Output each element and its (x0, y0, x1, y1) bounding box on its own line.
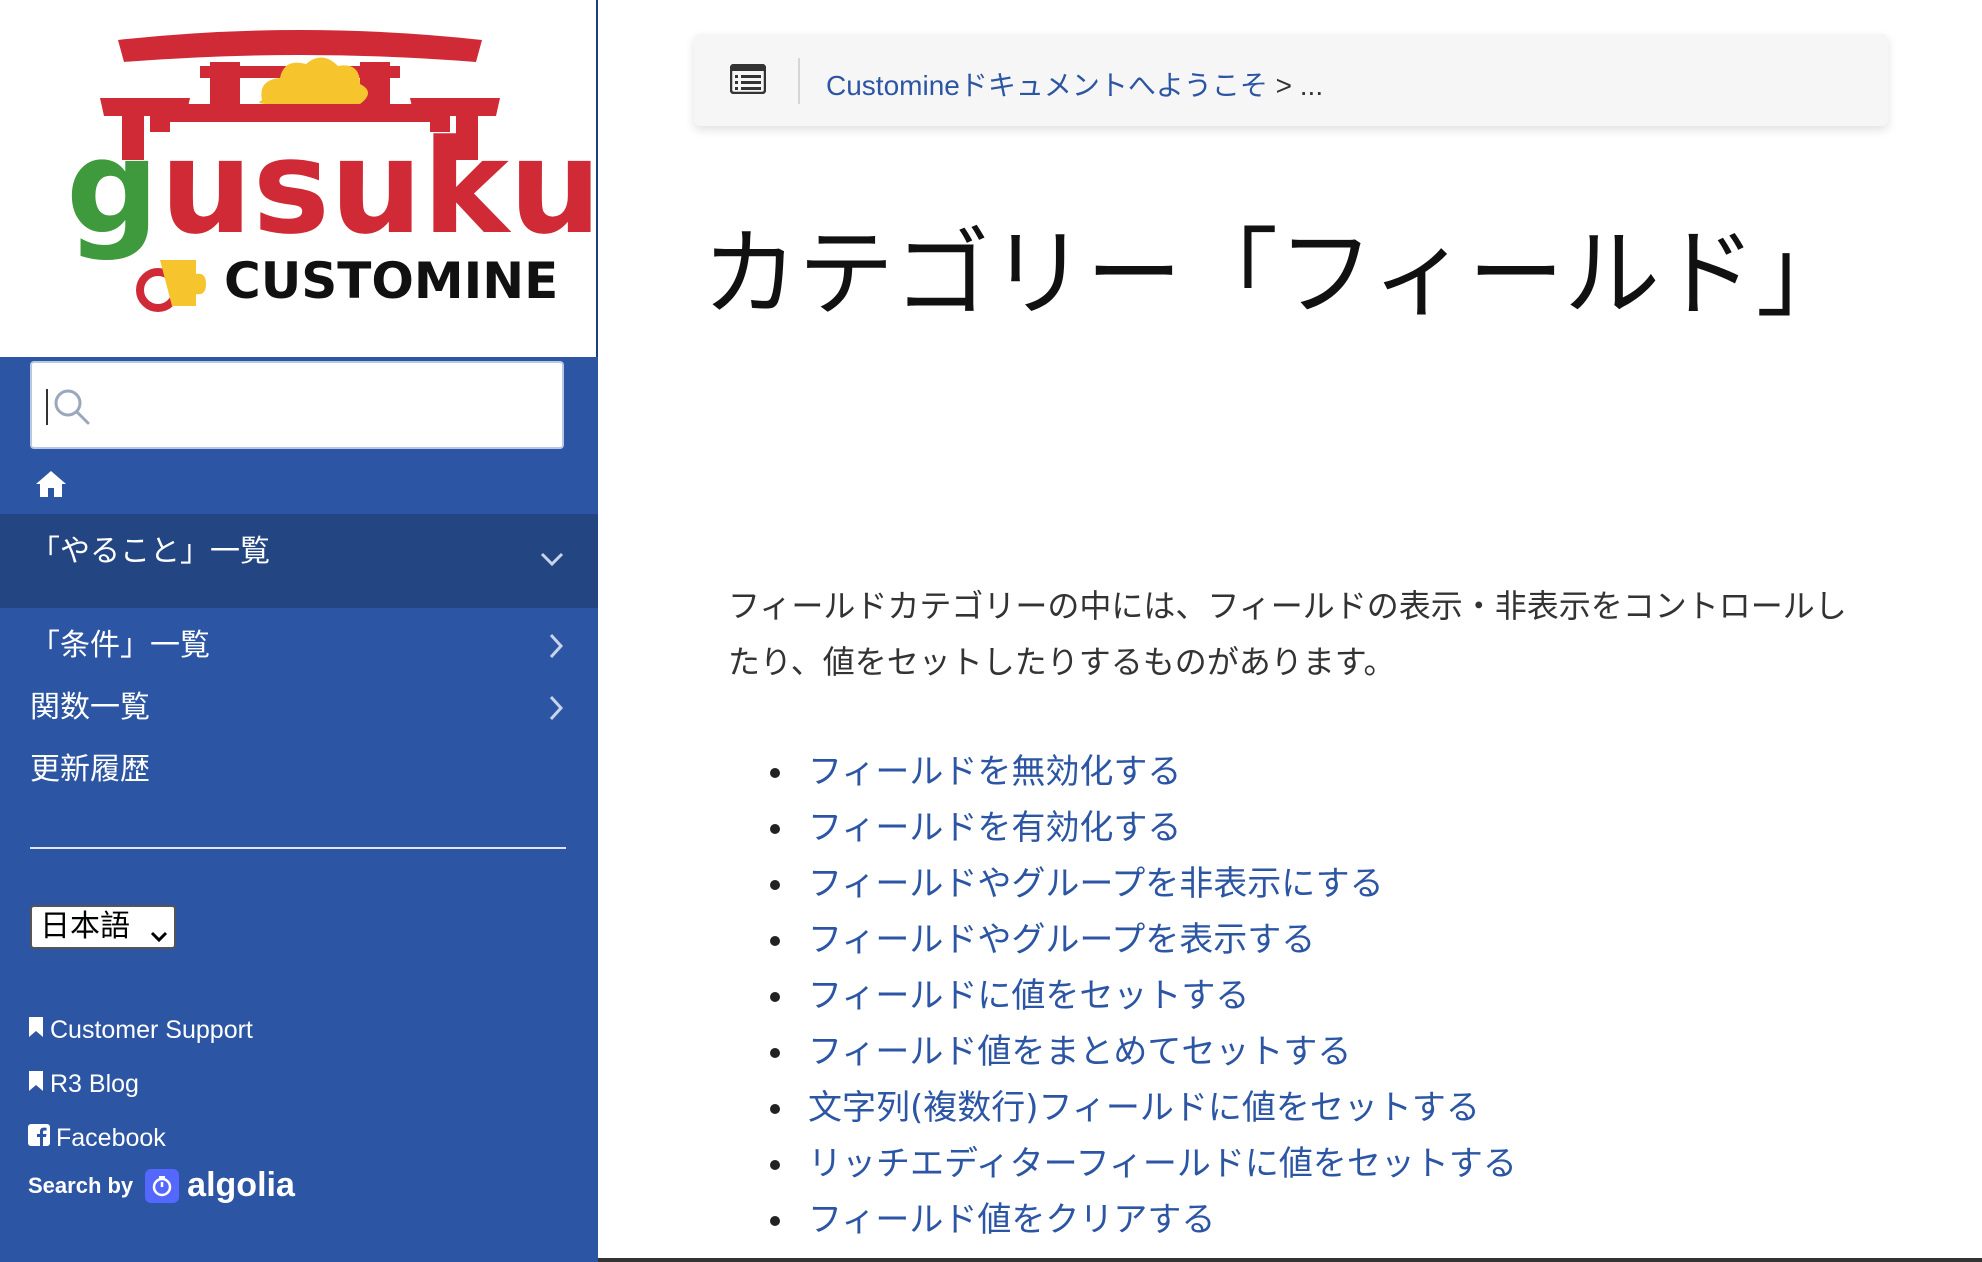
field-action-link[interactable]: フィールドやグループを表示する (808, 920, 1315, 960)
search-icon (52, 387, 92, 431)
breadcrumb-trail: Customineドキュメントへようこそ > ... (826, 64, 1323, 104)
breadcrumb-current: ... (1299, 70, 1324, 101)
search-by-label: Search by (28, 1172, 134, 1198)
customer-support-link[interactable]: Customer Support (28, 1016, 253, 1045)
field-action-link[interactable]: フィールド値をまとめてセットする (808, 1032, 1351, 1072)
gusuku-customine-logo: g usuku CUSTOMINE (66, 30, 598, 312)
svg-text:usuku: usuku (160, 111, 596, 263)
sidebar-item-label: 更新履歴 (30, 752, 150, 787)
bullet-icon (770, 880, 780, 890)
sidebar-item-changelog[interactable]: 更新履歴 (0, 744, 598, 794)
bullet-icon (770, 824, 780, 834)
logo[interactable]: g usuku CUSTOMINE (0, 0, 598, 357)
list-item: フィールドやグループを表示する (728, 912, 1517, 968)
list-item: フィールドを有効化する (728, 800, 1517, 856)
facebook-icon (28, 1124, 50, 1153)
customer-support-label: Customer Support (50, 1016, 253, 1044)
list-item: フィールド値をまとめてセットする (728, 1024, 1517, 1080)
sidebar-item-functions[interactable]: 関数一覧 (0, 682, 598, 732)
search-input[interactable] (30, 361, 564, 449)
sidebar-divider (30, 847, 566, 849)
sidebar: g usuku CUSTOMINE 「やること」一覧 「条件」一覧 関数一覧 更… (0, 0, 598, 1262)
search-by-algolia[interactable]: Search by algolia (28, 1166, 295, 1205)
language-select[interactable]: 日本語 (30, 905, 176, 949)
field-action-link[interactable]: フィールドを有効化する (808, 808, 1181, 848)
bullet-icon (770, 992, 780, 1002)
svg-text:CUSTOMINE: CUSTOMINE (224, 252, 558, 310)
r3-blog-label: R3 Blog (50, 1070, 139, 1098)
list-item: 文字列(複数行)フィールドに値をセットする (728, 1080, 1517, 1136)
chevron-right-icon (548, 632, 564, 667)
intro-paragraph: フィールドカテゴリーの中には、フィールドの表示・非表示をコントロールしたり、値を… (728, 587, 1847, 681)
list-item: フィールドやグループを非表示にする (728, 856, 1517, 912)
sidebar-item-conditions[interactable]: 「条件」一覧 (0, 620, 598, 670)
breadcrumb: Customineドキュメントへようこそ > ... (694, 34, 1888, 126)
bookmark-icon (28, 1016, 44, 1045)
field-action-link[interactable]: フィールドに値をセットする (808, 976, 1249, 1016)
bullet-icon (770, 768, 780, 778)
text-caret (46, 389, 48, 425)
field-action-link[interactable]: フィールドやグループを非表示にする (808, 864, 1384, 904)
sidebar-item-label: 関数一覧 (30, 690, 150, 725)
list-item: フィールドに値をセットする (728, 968, 1517, 1024)
breadcrumb-divider (798, 58, 800, 104)
facebook-label: Facebook (56, 1124, 166, 1152)
svg-text:g: g (66, 111, 159, 263)
algolia-icon (145, 1168, 180, 1203)
r3-blog-link[interactable]: R3 Blog (28, 1070, 139, 1099)
chevron-down-icon (150, 915, 168, 955)
field-action-link[interactable]: フィールドを無効化する (808, 752, 1181, 792)
field-action-link[interactable]: 文字列(複数行)フィールドに値をセットする (808, 1088, 1480, 1128)
home-icon[interactable] (34, 469, 68, 503)
bookmark-icon (28, 1070, 44, 1099)
page-title: カテゴリー「フィールド」 (701, 218, 1853, 330)
bullet-icon (770, 1104, 780, 1114)
field-action-list: フィールドを無効化する フィールドを有効化する フィールドやグループを非表示にす… (728, 744, 1517, 1248)
chevron-right-icon (548, 694, 564, 729)
bullet-icon (770, 1160, 780, 1170)
window-bottom-edge (598, 1258, 1982, 1262)
sidebar-item-label: 「条件」一覧 (30, 628, 210, 663)
field-action-link[interactable]: フィールド値をクリアする (808, 1200, 1215, 1240)
sidebar-item-label: 「やること」一覧 (30, 534, 270, 569)
sidebar-item-actions[interactable]: 「やること」一覧 (0, 514, 598, 608)
algolia-brand: algolia (187, 1166, 295, 1204)
toc-toggle-icon[interactable] (729, 63, 767, 98)
bullet-icon (770, 936, 780, 946)
field-action-link[interactable]: リッチエディターフィールドに値をセットする (808, 1144, 1517, 1184)
facebook-link[interactable]: Facebook (28, 1124, 166, 1153)
list-item: フィールド値をクリアする (728, 1192, 1517, 1248)
language-select-value: 日本語 (40, 909, 130, 944)
chevron-down-icon (540, 540, 564, 575)
list-item: フィールドを無効化する (728, 744, 1517, 800)
docs-page: g usuku CUSTOMINE 「やること」一覧 「条件」一覧 関数一覧 更… (0, 0, 1982, 1262)
bullet-icon (770, 1216, 780, 1226)
list-item: リッチエディターフィールドに値をセットする (728, 1136, 1517, 1192)
bullet-icon (770, 1048, 780, 1058)
breadcrumb-separator: > (1267, 70, 1300, 101)
breadcrumb-home-link[interactable]: Customineドキュメントへようこそ (826, 70, 1268, 101)
